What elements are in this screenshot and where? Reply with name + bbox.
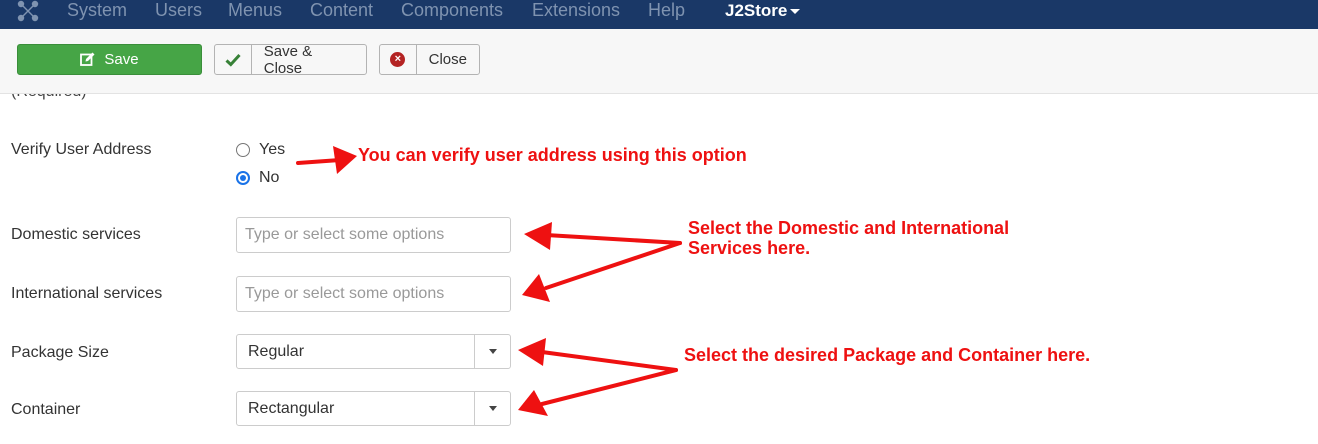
- arrow-international-shaft: [544, 241, 682, 290]
- annotation-services-line1: Select the Domestic and International: [688, 218, 1010, 238]
- arrow-package-shaft: [540, 350, 678, 372]
- annotation-package: Select the desired Package and Container…: [684, 345, 1091, 365]
- annotation-services-line2: Services here.: [688, 238, 811, 258]
- arrow-domestic-head: [524, 222, 552, 250]
- arrow-package-head: [518, 338, 546, 366]
- arrow-verify-shaft: [296, 158, 342, 165]
- arrow-domestic-shaft: [544, 233, 682, 245]
- annotation-arrows: [296, 146, 682, 416]
- arrow-container-shaft: [540, 368, 678, 406]
- arrow-verify-head: [333, 146, 357, 174]
- annotation-verify: You can verify user address using this o…: [358, 145, 747, 165]
